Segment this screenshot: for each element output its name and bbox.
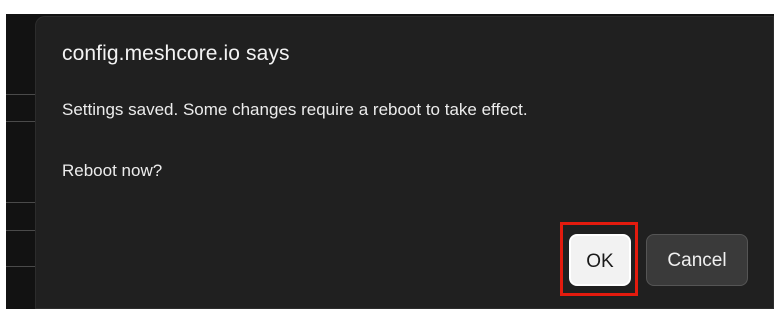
dialog-message: Settings saved. Some changes require a r… — [62, 100, 528, 119]
confirm-dialog: config.meshcore.io says Settings saved. … — [35, 16, 774, 309]
dialog-question: Reboot now? — [62, 161, 163, 180]
dialog-title: config.meshcore.io says — [62, 42, 290, 65]
cancel-button[interactable]: Cancel — [646, 234, 748, 286]
ok-button[interactable]: OK — [569, 234, 631, 286]
